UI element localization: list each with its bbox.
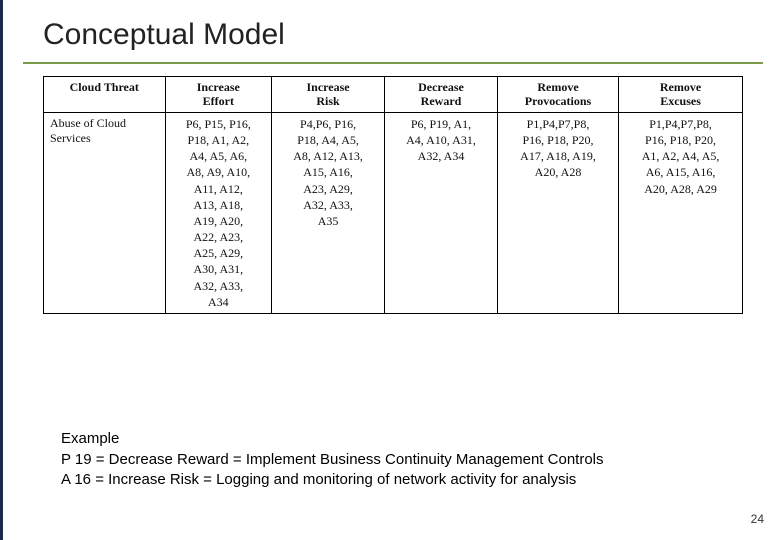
cell-threat: Abuse of CloudServices [44, 112, 166, 313]
col-remove-provocations: RemoveProvocations [497, 77, 618, 113]
page-number: 24 [751, 512, 764, 526]
example-line-1: P 19 = Decrease Reward = Implement Busin… [61, 450, 604, 470]
slide: Conceptual Model Cloud Threat IncreaseEf… [0, 0, 780, 540]
col-increase-risk: IncreaseRisk [272, 77, 385, 113]
cell-remove-provocations: P1,P4,P7,P8,P16, P18, P20,A17, A18, A19,… [497, 112, 618, 313]
example-line-2: A 16 = Increase Risk = Logging and monit… [61, 470, 604, 490]
conceptual-model-table: Cloud Threat IncreaseEffort IncreaseRisk… [43, 76, 743, 314]
col-remove-excuses: RemoveExcuses [619, 77, 743, 113]
example-block: Example P 19 = Decrease Reward = Impleme… [61, 429, 604, 490]
table-header: Cloud Threat IncreaseEffort IncreaseRisk… [44, 77, 743, 113]
title-block: Conceptual Model [3, 0, 780, 56]
cell-decrease-reward: P6, P19, A1,A4, A10, A31,A32, A34 [385, 112, 498, 313]
col-decrease-reward: DecreaseReward [385, 77, 498, 113]
example-heading: Example [61, 429, 604, 449]
title-underline [23, 62, 763, 64]
cell-increase-risk: P4,P6, P16,P18, A4, A5,A8, A12, A13,A15,… [272, 112, 385, 313]
col-cloud-threat: Cloud Threat [44, 77, 166, 113]
cell-remove-excuses: P1,P4,P7,P8,P16, P18, P20,A1, A2, A4, A5… [619, 112, 743, 313]
slide-title: Conceptual Model [43, 18, 780, 52]
cell-increase-effort: P6, P15, P16,P18, A1, A2,A4, A5, A6,A8, … [165, 112, 272, 313]
table-row: Abuse of CloudServices P6, P15, P16,P18,… [44, 112, 743, 313]
col-increase-effort: IncreaseEffort [165, 77, 272, 113]
model-table-wrap: Cloud Threat IncreaseEffort IncreaseRisk… [43, 76, 743, 314]
